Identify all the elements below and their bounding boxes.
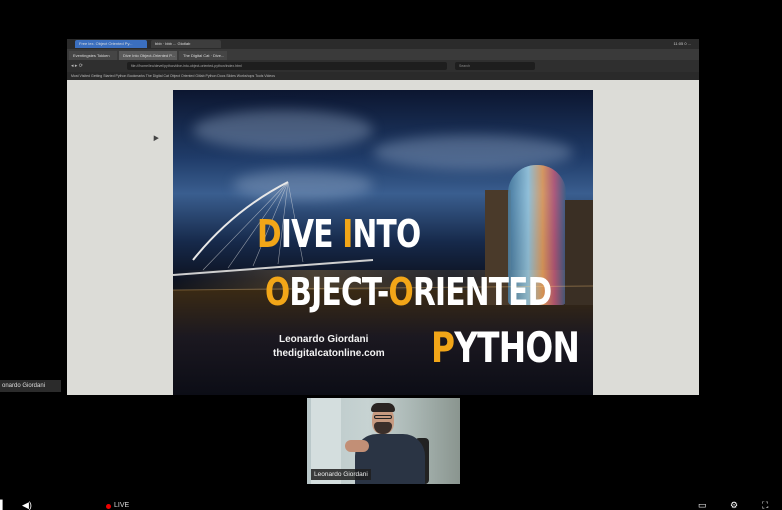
title-text: IVE xyxy=(280,212,343,256)
slide-author: Leonardo Giordani xyxy=(279,334,369,345)
url-input[interactable]: file:///home/leo/devel/python/dive-into-… xyxy=(127,62,447,70)
shared-screen: Free lex. Object Oriented Py... bbb · bb… xyxy=(67,39,699,395)
live-label[interactable]: LIVE xyxy=(114,502,129,510)
browser-tab-top-1[interactable]: Free lex. Object Oriented Py... xyxy=(75,40,147,48)
browser-tab-1[interactable]: Eventingstes Tokken xyxy=(69,51,117,60)
live-indicator-icon xyxy=(106,504,111,509)
title-initial: D xyxy=(257,212,282,256)
browser-tab-2[interactable]: Dive Into Object-Oriented P... xyxy=(119,51,177,60)
page-area: DIVE INTO OBJECT-ORIENTED PYTHON Leonard… xyxy=(67,80,699,395)
title-text: NTO xyxy=(352,212,422,256)
play-icon[interactable]: ▍ xyxy=(0,501,7,510)
title-text: YTHON xyxy=(454,323,580,372)
title-initial: O xyxy=(388,270,414,314)
browser-url-bar: ◂ ▸ ⟳ file:///home/leo/devel/python/dive… xyxy=(67,60,699,72)
tray-icons xyxy=(367,41,427,54)
slide-title-line-2: OBJECT-ORIENTED xyxy=(265,270,552,314)
title-initial: P xyxy=(431,323,455,372)
speaker-glasses xyxy=(374,415,392,419)
browser-tab-3[interactable]: The Digital Cat · Dive... xyxy=(179,51,227,60)
settings-gear-icon[interactable]: ⚙ xyxy=(730,501,738,510)
webcam-video: Leonardo Giordani xyxy=(307,398,460,484)
search-input[interactable]: Search xyxy=(455,62,535,70)
browser-tab-top-2[interactable]: bbb · bbb ... Gtotlab xyxy=(151,40,221,48)
speaker-hand xyxy=(345,440,369,452)
slide-website: thedigitalcatonline.com xyxy=(273,348,385,359)
browser-tab-bar: Eventingstes Tokken Dive Into Object-Ori… xyxy=(67,49,699,60)
slide-title-line-3: PYTHON xyxy=(431,323,580,372)
clock: 11:05 0 ... xyxy=(673,41,692,46)
title-initial: O xyxy=(265,270,290,314)
title-text: RIENTED xyxy=(412,270,552,314)
nav-arrows-icon[interactable]: ◂ ▸ ⟳ xyxy=(71,63,83,69)
presenter-name-tag: onardo Giordani xyxy=(0,380,61,392)
mouse-cursor-icon xyxy=(151,133,159,142)
title-initial: I xyxy=(342,212,353,256)
presentation-slide: DIVE INTO OBJECT-ORIENTED PYTHON Leonard… xyxy=(173,90,593,395)
fullscreen-icon[interactable]: ⛶ xyxy=(762,501,768,510)
bookmarks-bar[interactable]: Most Visited Getting Started Python Book… xyxy=(67,72,699,80)
slide-title-line-1: DIVE INTO xyxy=(257,212,422,256)
volume-icon[interactable]: ◀) xyxy=(22,501,32,510)
title-text: BJECT- xyxy=(289,270,389,314)
subtitles-icon[interactable]: ▭ xyxy=(698,501,707,510)
desktop-top-bar: Free lex. Object Oriented Py... bbb · bb… xyxy=(67,39,699,54)
speaker-hair xyxy=(371,403,395,412)
webcam-name-label: Leonardo Giordani xyxy=(311,469,371,480)
